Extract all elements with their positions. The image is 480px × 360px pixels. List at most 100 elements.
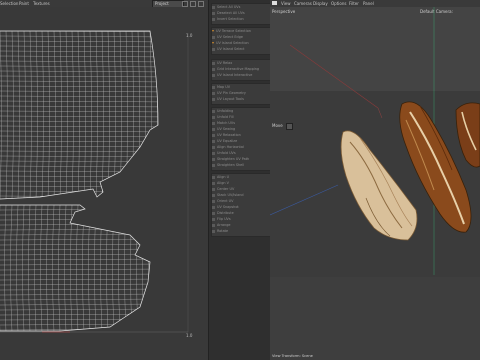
uv-command-item[interactable]: UV Layout Tools — [212, 97, 244, 102]
uv-command-item[interactable]: UV Pin Geometry — [212, 91, 246, 96]
tool-icon — [212, 193, 215, 197]
tool-icon — [212, 115, 215, 119]
uv-command-label: UV Terrace Selection — [216, 29, 251, 33]
uv-command-label: UV Pin Geometry — [217, 91, 246, 95]
uv-axis-top-label: 1.0 — [186, 33, 193, 38]
uv-command-item[interactable]: Straighten UV Path — [212, 157, 249, 162]
uv-command-item[interactable]: UV Snapshot — [212, 205, 239, 210]
uv-command-item[interactable]: Match UVs — [212, 121, 235, 126]
uv-command-item[interactable]: UV Relaxation — [212, 133, 241, 138]
uv-command-label: Match UVs — [217, 121, 235, 125]
uv-command-item[interactable]: Map UV — [212, 85, 230, 90]
tool-icon — [212, 181, 215, 185]
uv-command-label: Straighten Shell — [217, 163, 245, 167]
uv-mesh-canvas[interactable]: 1.0 1.0 — [0, 7, 208, 360]
tool-icon — [212, 91, 215, 95]
uv-command-label: Map UV — [217, 85, 231, 89]
tool-icon — [212, 139, 215, 143]
uv-command-item[interactable]: Unfold Fill — [212, 115, 234, 120]
tool-icon — [212, 205, 215, 209]
uv-command-label: Distribute — [217, 211, 234, 215]
uv-command-item[interactable]: UV Island Interactive — [212, 73, 252, 78]
uv-command-label: UV Layout Tools — [217, 97, 244, 101]
tool-icon — [212, 187, 215, 191]
uv-command-item[interactable]: Rotate — [212, 229, 228, 234]
uv-command-item[interactable]: UV Island Selection — [212, 41, 249, 46]
uv-command-item[interactable]: Select All UVs — [212, 5, 240, 10]
menu-paint[interactable]: Paint — [19, 1, 29, 6]
uv-command-item[interactable]: Invert Selection — [212, 17, 244, 22]
tool-icon — [212, 35, 215, 39]
uv-command-item[interactable]: UV Terrace Selection — [212, 29, 251, 34]
tool-icon — [212, 121, 215, 125]
tool-icon — [212, 145, 215, 149]
uv-command-item[interactable]: UV Relax — [212, 61, 232, 66]
z-axis-line — [270, 184, 339, 216]
uv-command-label: Align U — [217, 175, 230, 179]
uv-command-label: Align Horizontal — [217, 145, 244, 149]
tool-icon — [212, 229, 215, 233]
tool-icon — [212, 157, 215, 161]
tool-icon — [212, 127, 215, 131]
uv-command-item[interactable]: Straighten Shell — [212, 163, 244, 168]
uv-command-label: Invert Selection — [217, 17, 244, 21]
x-axis-line — [289, 44, 379, 109]
uv-command-item[interactable]: Arrange — [212, 223, 231, 228]
uv-command-item[interactable]: Unfold UVs — [212, 151, 236, 156]
uv-command-label: UV Island Select — [217, 47, 245, 51]
tool-icon — [212, 85, 215, 89]
tool-icon — [212, 211, 215, 215]
triangle-icon — [212, 42, 214, 44]
uv-command-label: Unfolding — [217, 109, 234, 113]
uv-editor[interactable]: 1.0 1.0 — [0, 7, 208, 360]
uv-command-item[interactable]: UV Sewing — [212, 127, 235, 132]
seed-model-3[interactable] — [455, 102, 480, 168]
uv-command-label: Deselect All UVs — [217, 11, 245, 15]
uv-command-label: Select All UVs — [217, 5, 241, 9]
tool-icon — [212, 163, 215, 167]
uv-command-label: Rotate — [217, 229, 229, 233]
uv-command-label: Align V — [217, 181, 229, 185]
menu-textures[interactable]: Textures — [33, 1, 50, 6]
uv-command-label: Arrange — [217, 223, 231, 227]
tool-icon — [212, 5, 215, 9]
uv-command-label: Center UV — [217, 187, 235, 191]
uv-command-label: UV Sewing — [217, 127, 236, 131]
tool-icon — [212, 109, 215, 113]
uv-command-item[interactable]: Flip UVs — [212, 217, 231, 222]
uv-command-item[interactable]: UV Select Edge — [212, 35, 243, 40]
triangle-icon — [212, 30, 214, 32]
uv-command-item[interactable]: Stack UV/Island — [212, 193, 244, 198]
seed-model-1[interactable] — [340, 130, 418, 241]
uv-command-label: Flip UVs — [217, 217, 231, 221]
uv-command-item[interactable]: Orient UV — [212, 199, 233, 204]
uv-command-label: UV Island Selection — [216, 41, 249, 45]
tool-icon — [212, 67, 215, 71]
uv-command-label: UV Select Edge — [217, 35, 243, 39]
uv-command-item[interactable]: Distribute — [212, 211, 234, 216]
uv-command-item[interactable]: Center UV — [212, 187, 234, 192]
uv-command-label: Orient UV — [217, 199, 234, 203]
uv-command-label: Unfold Fill — [217, 115, 234, 119]
uv-command-panel: Select All UVs Deselect All UVs Invert Sel… — [208, 0, 272, 360]
uv-command-item[interactable]: UV Equalize — [212, 139, 237, 144]
uv-command-label: Straighten UV Path — [217, 157, 250, 161]
uv-command-item[interactable]: UV Island Select — [212, 47, 245, 52]
tool-icon — [212, 175, 215, 179]
uv-command-item[interactable]: Align Horizontal — [212, 145, 244, 150]
uv-command-item[interactable]: Grid Interactive Mapping — [212, 67, 259, 72]
scene-objects[interactable] — [270, 0, 480, 360]
uv-command-item[interactable]: Unfolding — [212, 109, 233, 114]
uv-command-item[interactable]: Deselect All UVs — [212, 11, 245, 16]
uv-command-item[interactable]: Align U — [212, 175, 229, 180]
uv-command-label: UV Island Interactive — [217, 73, 253, 77]
tool-icon — [212, 73, 215, 77]
uv-command-item[interactable]: Align V — [212, 181, 229, 186]
3d-viewport[interactable]: View Cameras Display Options Filter Pane… — [270, 0, 480, 360]
uv-axis-bottom-label: 1.0 — [186, 333, 193, 338]
uv-command-label: UV Relax — [217, 61, 233, 65]
tool-icon — [212, 47, 215, 51]
tool-icon — [212, 61, 215, 65]
menu-selection[interactable]: Selection — [0, 1, 18, 6]
tool-icon — [212, 17, 215, 21]
